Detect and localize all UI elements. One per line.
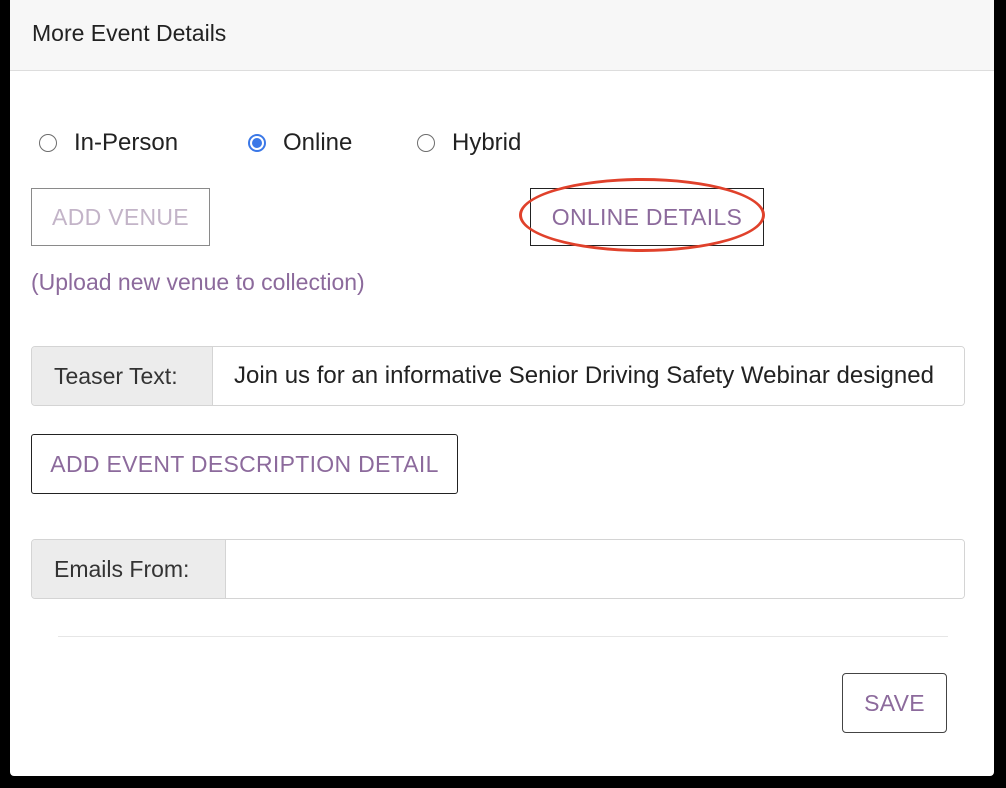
event-details-panel: More Event Details In-Person Online Hybr… bbox=[10, 0, 994, 776]
radio-label-in-person: In-Person bbox=[74, 129, 179, 156]
emails-from-input[interactable] bbox=[226, 540, 964, 598]
emails-from-label: Emails From: bbox=[32, 540, 226, 598]
radio-label-online: Online bbox=[283, 129, 353, 156]
teaser-text-input[interactable]: Join us for an informative Senior Drivin… bbox=[213, 347, 964, 405]
add-venue-button[interactable]: ADD VENUE bbox=[31, 188, 210, 246]
divider bbox=[58, 636, 948, 637]
radio-label-hybrid: Hybrid bbox=[452, 129, 522, 156]
teaser-text-group: Teaser Text: Join us for an informative … bbox=[31, 346, 965, 406]
radio-hybrid[interactable]: Hybrid bbox=[417, 128, 521, 158]
emails-from-group: Emails From: bbox=[31, 539, 965, 599]
teaser-text-label: Teaser Text: bbox=[32, 347, 213, 405]
radio-circle-icon[interactable] bbox=[417, 134, 435, 152]
online-details-button[interactable]: ONLINE DETAILS bbox=[530, 188, 764, 246]
radio-checked-icon[interactable] bbox=[248, 134, 266, 152]
panel-header: More Event Details bbox=[10, 0, 994, 71]
save-button[interactable]: SAVE bbox=[842, 673, 947, 733]
add-event-description-button[interactable]: ADD EVENT DESCRIPTION DETAIL bbox=[31, 434, 458, 494]
panel-title: More Event Details bbox=[32, 20, 227, 46]
radio-in-person[interactable]: In-Person bbox=[39, 128, 178, 158]
radio-online[interactable]: Online bbox=[248, 128, 352, 158]
radio-circle-icon[interactable] bbox=[39, 134, 57, 152]
upload-venue-link[interactable]: (Upload new venue to collection) bbox=[31, 269, 365, 296]
